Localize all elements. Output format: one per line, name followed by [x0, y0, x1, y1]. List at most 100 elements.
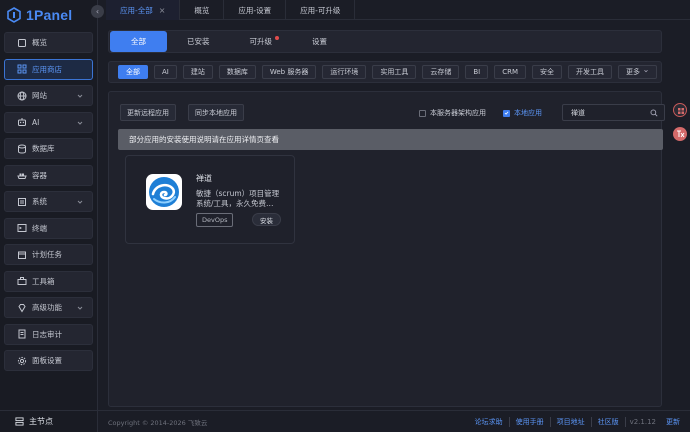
- category-chip[interactable]: 云存储: [422, 65, 460, 79]
- category-chip[interactable]: Web 服务器: [261, 65, 317, 79]
- chevron-down-icon: [76, 92, 84, 100]
- sidebar-item-label: 计划任务: [32, 250, 62, 259]
- translate-icon[interactable]: [673, 127, 687, 141]
- robot-icon: [17, 117, 27, 127]
- install-button[interactable]: 安装: [252, 213, 281, 226]
- terminal-icon: [17, 223, 27, 233]
- sidebar-item[interactable]: 面板设置: [4, 350, 93, 371]
- category-chip[interactable]: 全部: [118, 65, 148, 79]
- top-tab-label: 概览: [194, 5, 210, 15]
- logo-icon: [7, 7, 21, 23]
- footer: Copyright © 2014-2026 飞致云 论坛求助 使用手册 项目地址 社区…: [98, 410, 690, 432]
- category-chip-label: 实用工具: [380, 68, 409, 76]
- sidebar-item[interactable]: AI: [4, 111, 93, 133]
- floating-tool-icon[interactable]: [673, 103, 687, 117]
- home-icon: [17, 38, 27, 48]
- sub-tab[interactable]: 全部: [110, 31, 167, 52]
- brand-logo[interactable]: 1Panel: [6, 5, 72, 25]
- update-link[interactable]: 更新: [660, 417, 686, 427]
- category-chip-label: 开发工具: [576, 68, 605, 76]
- sidebar-item[interactable]: 数据库: [4, 138, 93, 159]
- footer-link[interactable]: 项目地址: [551, 417, 592, 427]
- sidebar-item-label: 终端: [32, 223, 47, 233]
- sidebar-item[interactable]: 终端: [4, 217, 93, 239]
- sidebar-item[interactable]: 应用商店: [4, 58, 93, 80]
- calendar-icon: [17, 250, 27, 260]
- category-chip[interactable]: 开发工具: [568, 65, 613, 79]
- sidebar-item[interactable]: 概览: [4, 32, 93, 53]
- sidebar-item-label: 数据库: [32, 144, 55, 153]
- notice-banner: 部分应用的安装使用说明请在应用详情页查看: [118, 129, 663, 150]
- node-switcher[interactable]: 主节点: [0, 410, 98, 432]
- update-dot-icon: [275, 36, 279, 40]
- footer-link[interactable]: 社区版: [592, 417, 626, 427]
- sidebar-item-label: 网站: [32, 91, 47, 100]
- top-tab[interactable]: 应用-可升级: [286, 0, 356, 20]
- sidebar-menu: 概览应用商店网站 AI 数据库容器系统终端计划任务工具箱高级功能日志审计面板设置: [4, 32, 93, 377]
- category-filters: 全部 AI 建站 数据库 Web 服务器 运行环境 实用工具 云存储 BI CRM 安全 开发工具 更多: [108, 61, 662, 83]
- top-tab-label: 应用-设置: [238, 5, 272, 15]
- category-chip-label: 云存储: [430, 68, 452, 76]
- sync-remote-button[interactable]: 更新远程应用: [120, 104, 176, 121]
- sidebar-item[interactable]: 容器: [4, 164, 93, 186]
- sidebar-item[interactable]: 工具箱: [4, 270, 93, 292]
- top-tab[interactable]: 应用-全部 ×: [106, 0, 181, 20]
- category-chip-label: 全部: [126, 68, 140, 76]
- copyright: Copyright © 2014-2026 飞致云: [108, 418, 208, 427]
- category-chip-label: 建站: [190, 68, 205, 76]
- category-chip[interactable]: 运行环境: [322, 65, 367, 79]
- category-chip[interactable]: BI: [465, 65, 489, 79]
- sub-tab[interactable]: 可升级: [230, 31, 293, 52]
- system-icon: [17, 197, 27, 207]
- collapse-sidebar-icon[interactable]: ‹: [91, 5, 104, 18]
- category-chip-label: 安全: [540, 68, 555, 76]
- sync-local-button[interactable]: 同步本地应用: [188, 104, 244, 121]
- app-list-panel: 更新远程应用 同步本地应用 本服务器架构应用 本地应用 禅道 部分应用的安装使用…: [108, 91, 665, 407]
- category-chip[interactable]: 建站: [182, 65, 213, 79]
- category-chip[interactable]: 更多: [618, 65, 658, 79]
- globe-icon: [17, 91, 27, 101]
- app-tag: DevOps: [196, 213, 234, 227]
- sidebar-item[interactable]: 高级功能: [4, 297, 93, 318]
- category-chip[interactable]: 实用工具: [372, 65, 417, 79]
- top-tab[interactable]: 概览: [180, 0, 225, 20]
- arch-filter-checkbox[interactable]: 本服务器架构应用: [419, 108, 486, 118]
- local-app-checkbox[interactable]: 本地应用: [503, 108, 542, 118]
- category-chip[interactable]: 安全: [532, 65, 563, 79]
- chevron-down-icon: [76, 304, 84, 312]
- sub-tab[interactable]: 已安装: [167, 31, 230, 52]
- sidebar-item[interactable]: 计划任务: [4, 244, 93, 265]
- sidebar-item-label: 概览: [32, 38, 47, 47]
- gear-icon: [17, 356, 27, 366]
- app-description: 敏捷（scrum）项目管理系统/工具，永久免费…: [196, 189, 280, 208]
- search-input[interactable]: 禅道: [562, 104, 665, 121]
- app-name: 禅道: [196, 174, 212, 183]
- toolbox-icon: [17, 276, 27, 286]
- server-icon: [15, 417, 24, 426]
- sub-tab[interactable]: 设置: [292, 31, 347, 52]
- sidebar-item-label: 日志审计: [32, 329, 62, 339]
- sidebar-item-label: AI: [32, 117, 40, 127]
- search-icon[interactable]: [650, 109, 658, 117]
- node-label: 主节点: [29, 417, 53, 426]
- chevron-down-icon: [76, 119, 84, 127]
- category-chip[interactable]: 数据库: [218, 65, 256, 79]
- sidebar-item[interactable]: 系统: [4, 191, 93, 212]
- category-chip[interactable]: AI: [154, 65, 177, 79]
- app-card[interactable]: 禅道 敏捷（scrum）项目管理系统/工具，永久免费… DevOps 安装: [125, 155, 295, 244]
- close-icon[interactable]: ×: [159, 6, 166, 15]
- diamond-icon: [17, 303, 27, 313]
- footer-link[interactable]: 论坛求助: [469, 417, 510, 427]
- sub-tab-label: 设置: [312, 37, 327, 46]
- category-chip-label: BI: [473, 68, 481, 76]
- top-tab[interactable]: 应用-设置: [224, 0, 287, 20]
- chevron-down-icon: [76, 198, 84, 206]
- sub-tab-label: 已安装: [187, 37, 210, 46]
- sidebar-item-label: 应用商店: [32, 64, 62, 74]
- sidebar-item[interactable]: 网站: [4, 85, 93, 106]
- sub-tab-label: 全部: [131, 37, 146, 46]
- footer-link[interactable]: 使用手册: [510, 417, 551, 427]
- arch-filter-label: 本服务器架构应用: [430, 109, 486, 117]
- category-chip[interactable]: CRM: [494, 65, 527, 79]
- sidebar-item[interactable]: 日志审计: [4, 323, 93, 345]
